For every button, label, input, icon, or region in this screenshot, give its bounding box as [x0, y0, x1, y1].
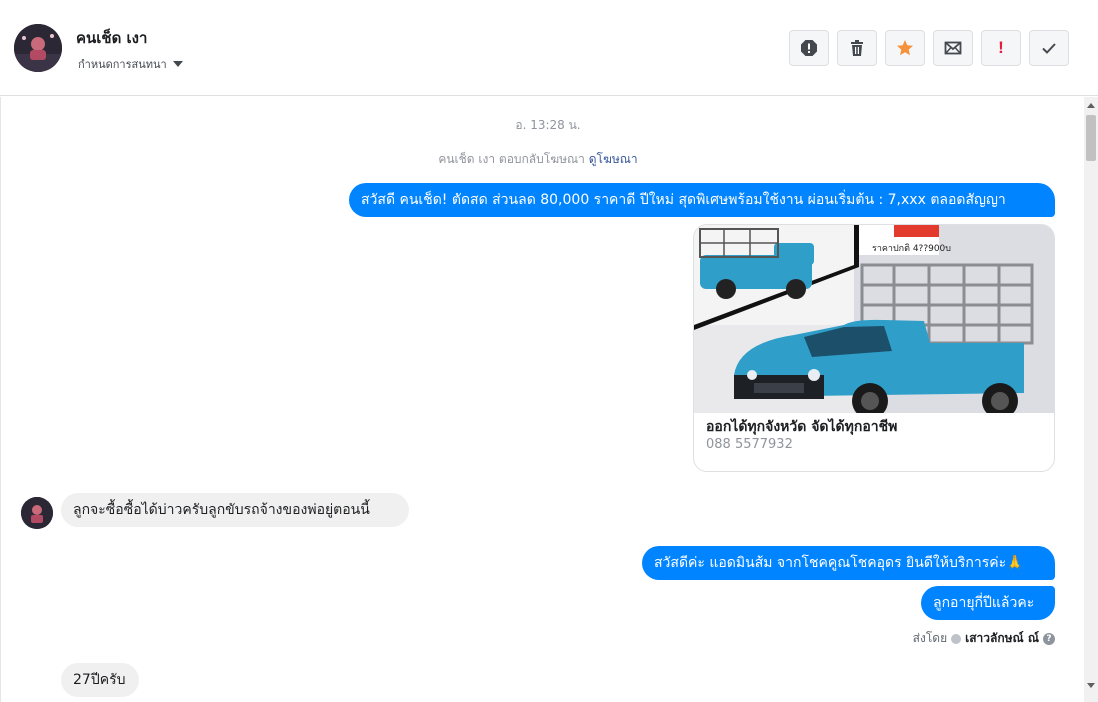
exclamation-icon: !: [998, 38, 1004, 57]
alert-icon: [801, 40, 817, 56]
message-thread[interactable]: อ. 13:28 น. คนเช็ด เงา ตอบกลับโฆษณา ดูโฆ…: [0, 97, 1084, 702]
ad-reply-note: คนเช็ด เงา ตอบกลับโฆษณา ดูโฆษณา: [1, 150, 1075, 169]
report-button[interactable]: [789, 30, 829, 66]
contact-avatar[interactable]: [14, 24, 62, 72]
scroll-down-arrow-icon[interactable]: [1087, 683, 1095, 688]
mark-done-button[interactable]: [1029, 30, 1069, 66]
trash-icon: [851, 40, 863, 56]
message-bubble-incoming[interactable]: 27ปีครับ: [61, 663, 139, 697]
ad-card[interactable]: ราคาปกติ 4??900บ ออกได้ทุกจังหวัด จัดได้…: [693, 224, 1055, 472]
scroll-up-arrow-icon[interactable]: [1087, 103, 1095, 108]
view-ad-link[interactable]: ดูโฆษณา: [589, 152, 638, 166]
ad-price-text: ราคาปกติ 4??900บ: [872, 243, 951, 254]
ad-title: ออกได้ทุกจังหวัด จัดได้ทุกอาชีพ: [706, 419, 898, 435]
message-timestamp: อ. 13:28 น.: [515, 118, 581, 132]
mark-unread-button[interactable]: [933, 30, 973, 66]
message-bubble-outgoing[interactable]: สวัสดีค่ะ แอดมินส้ม จากโชคคูณโชคอุดร ยิน…: [642, 546, 1055, 580]
star-button[interactable]: [885, 30, 925, 66]
ad-image: ราคาปกติ 4??900บ: [694, 225, 1054, 413]
agent-status-icon: [951, 633, 962, 644]
message-bubble-outgoing[interactable]: สวัสดี คนเช็ด! ตัดสด ส่วนลด 80,000 ราคาด…: [349, 183, 1055, 217]
assign-label: กำหนดการสนทนา: [78, 58, 167, 71]
conversation-header: คนเช็ด เงา กำหนดการสนทนา !: [0, 0, 1098, 96]
help-icon[interactable]: ?: [1043, 632, 1055, 645]
ad-reply-text: คนเช็ด เงา ตอบกลับโฆษณา: [438, 152, 585, 166]
assign-conversation-dropdown[interactable]: กำหนดการสนทนา: [78, 55, 183, 73]
sent-by-label: ส่งโดย: [912, 631, 948, 645]
envelope-icon: [944, 41, 962, 55]
sent-by-agent[interactable]: เสาวลักษณ์ ณ์: [965, 629, 1039, 648]
contact-name: คนเช็ด เงา: [76, 29, 148, 47]
check-icon: [1042, 43, 1056, 54]
scroll-thumb[interactable]: [1086, 115, 1096, 161]
contact-avatar-small[interactable]: [21, 497, 53, 529]
message-bubble-incoming[interactable]: ลูกจะซื้อซื้อได้บ่าวครับลูกขับรถจ้างของพ…: [61, 493, 409, 527]
caret-down-icon: [172, 61, 183, 67]
star-icon: [897, 40, 913, 56]
action-toolbar: !: [789, 30, 1069, 66]
ad-subtitle: 088 5577932: [706, 437, 793, 452]
message-bubble-outgoing[interactable]: ลูกอายุกี่ปีแล้วคะ: [921, 586, 1055, 620]
sent-by-row: ส่งโดย เสาวลักษณ์ ณ์ ?: [1, 629, 1055, 648]
thread-scrollbar[interactable]: [1084, 97, 1098, 702]
delete-button[interactable]: [837, 30, 877, 66]
follow-up-button[interactable]: !: [981, 30, 1021, 66]
